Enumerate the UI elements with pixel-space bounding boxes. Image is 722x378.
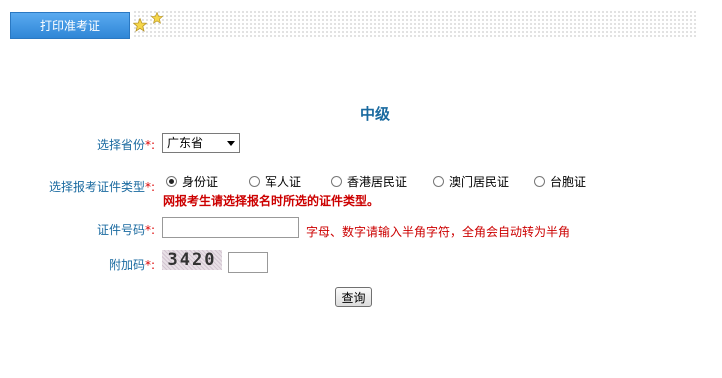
- cert-number-input[interactable]: [162, 217, 299, 238]
- cert-number-hint: 字母、数字请输入半角字符，全角会自动转为半角: [306, 225, 571, 239]
- cert-type-label-text: 选择报考证件类型: [48, 180, 145, 194]
- radio-label: 澳门居民证: [449, 175, 510, 189]
- required-mark: *:: [144, 138, 155, 152]
- radio-taiwan-card[interactable]: 台胞证: [534, 173, 586, 190]
- page-title: 中级: [359, 105, 390, 123]
- required-mark: *:: [144, 180, 155, 194]
- radio-button[interactable]: [433, 176, 444, 187]
- province-label-text: 选择省份: [96, 138, 145, 152]
- radio-button[interactable]: [331, 176, 342, 187]
- captcha-label: 附加码*:: [109, 256, 155, 273]
- star-icon: [133, 18, 147, 32]
- radio-hongkong-card[interactable]: 香港居民证: [331, 173, 407, 190]
- query-button[interactable]: 查询: [335, 287, 372, 307]
- province-select[interactable]: 广东省: [162, 133, 240, 153]
- radio-label: 台胞证: [550, 175, 587, 189]
- cert-number-label: 证件号码*:: [97, 221, 155, 238]
- cert-number-label-text: 证件号码: [96, 223, 145, 237]
- radio-macau-card[interactable]: 澳门居民证: [433, 173, 509, 190]
- chevron-down-icon: [227, 141, 235, 146]
- required-mark: *:: [144, 223, 155, 237]
- tab-bar-dotted-background: [133, 10, 696, 38]
- radio-label: 军人证: [265, 175, 302, 189]
- province-label: 选择省份*:: [97, 136, 155, 153]
- tab-label: 打印准考证: [39, 19, 100, 33]
- captcha-input[interactable]: [228, 252, 268, 273]
- province-select-value: 广东省: [167, 136, 204, 150]
- cert-type-label: 选择报考证件类型*:: [49, 178, 155, 195]
- radio-button[interactable]: [534, 176, 545, 187]
- radio-military-card[interactable]: 军人证: [249, 173, 301, 190]
- radio-button-checked[interactable]: [166, 176, 177, 187]
- query-button-label: 查询: [341, 290, 366, 305]
- tab-bar: 打印准考证: [10, 10, 696, 40]
- radio-button[interactable]: [249, 176, 260, 187]
- required-mark: *:: [144, 258, 155, 272]
- radio-id-card[interactable]: 身份证: [166, 173, 218, 190]
- radio-label: 身份证: [182, 175, 219, 189]
- tab-print-admission-ticket[interactable]: 打印准考证: [10, 12, 130, 39]
- captcha-label-text: 附加码: [108, 258, 145, 272]
- cert-type-warning: 网报考生请选择报名时所选的证件类型。: [163, 194, 380, 208]
- star-icon: [151, 12, 163, 24]
- captcha-image[interactable]: 3420: [162, 250, 222, 270]
- radio-label: 香港居民证: [347, 175, 408, 189]
